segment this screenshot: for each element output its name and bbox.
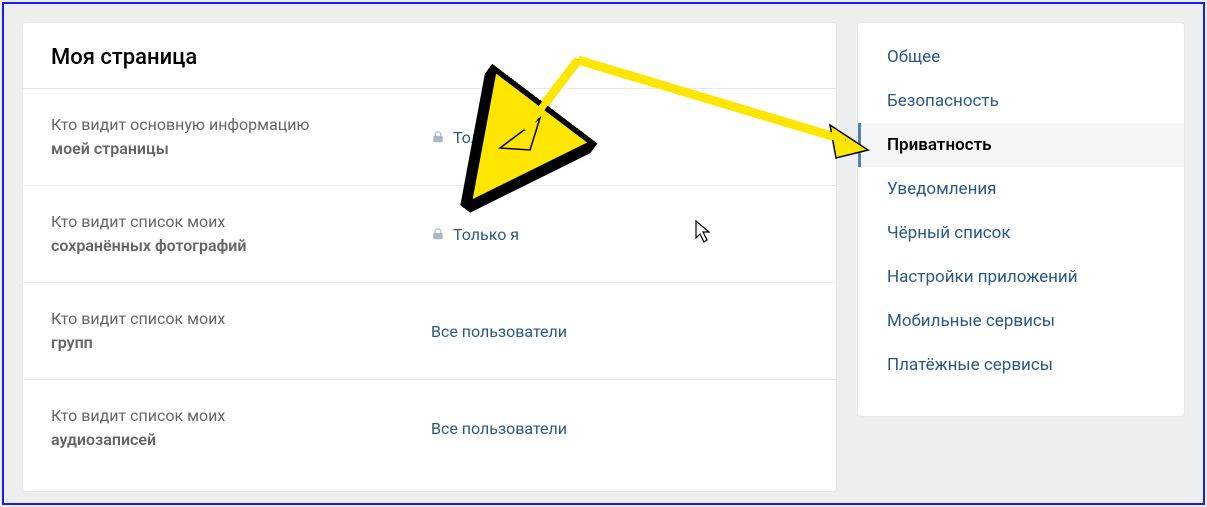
sidebar-item-privacy[interactable]: Приватность [858, 123, 1184, 167]
lock-icon [431, 130, 445, 144]
settings-sidebar: Общее Безопасность Приватность Уведомлен… [857, 22, 1185, 417]
sidebar-item-app-settings[interactable]: Настройки приложений [858, 255, 1184, 299]
setting-value-audio[interactable]: Все пользователи [431, 419, 567, 438]
setting-row-audio: Кто видит список моих аудиозаписей Все п… [23, 380, 836, 476]
setting-label: Кто видит список моих сохранённых фотогр… [51, 210, 431, 258]
sidebar-item-mobile[interactable]: Мобильные сервисы [858, 299, 1184, 343]
setting-row-basic-info: Кто видит основную информацию моей стран… [23, 89, 836, 186]
page-title: Моя страница [51, 45, 808, 70]
setting-value-basic-info[interactable]: Только друзья [431, 128, 562, 147]
setting-label: Кто видит список моих групп [51, 307, 431, 355]
sidebar-item-general[interactable]: Общее [858, 35, 1184, 79]
sidebar-item-blacklist[interactable]: Чёрный список [858, 211, 1184, 255]
setting-label: Кто видит список моих аудиозаписей [51, 404, 431, 452]
setting-label: Кто видит основную информацию моей стран… [51, 113, 431, 161]
sidebar-item-payment[interactable]: Платёжные сервисы [858, 343, 1184, 387]
sidebar-item-notifications[interactable]: Уведомления [858, 167, 1184, 211]
lock-icon [431, 227, 445, 241]
setting-value-saved-photos[interactable]: Только я [431, 225, 519, 244]
privacy-settings-panel: Моя страница Кто видит основную информац… [22, 22, 837, 492]
setting-value-groups[interactable]: Все пользователи [431, 322, 567, 341]
sidebar-item-security[interactable]: Безопасность [858, 79, 1184, 123]
panel-header: Моя страница [23, 23, 836, 89]
setting-row-groups: Кто видит список моих групп Все пользова… [23, 283, 836, 380]
setting-row-saved-photos: Кто видит список моих сохранённых фотогр… [23, 186, 836, 283]
